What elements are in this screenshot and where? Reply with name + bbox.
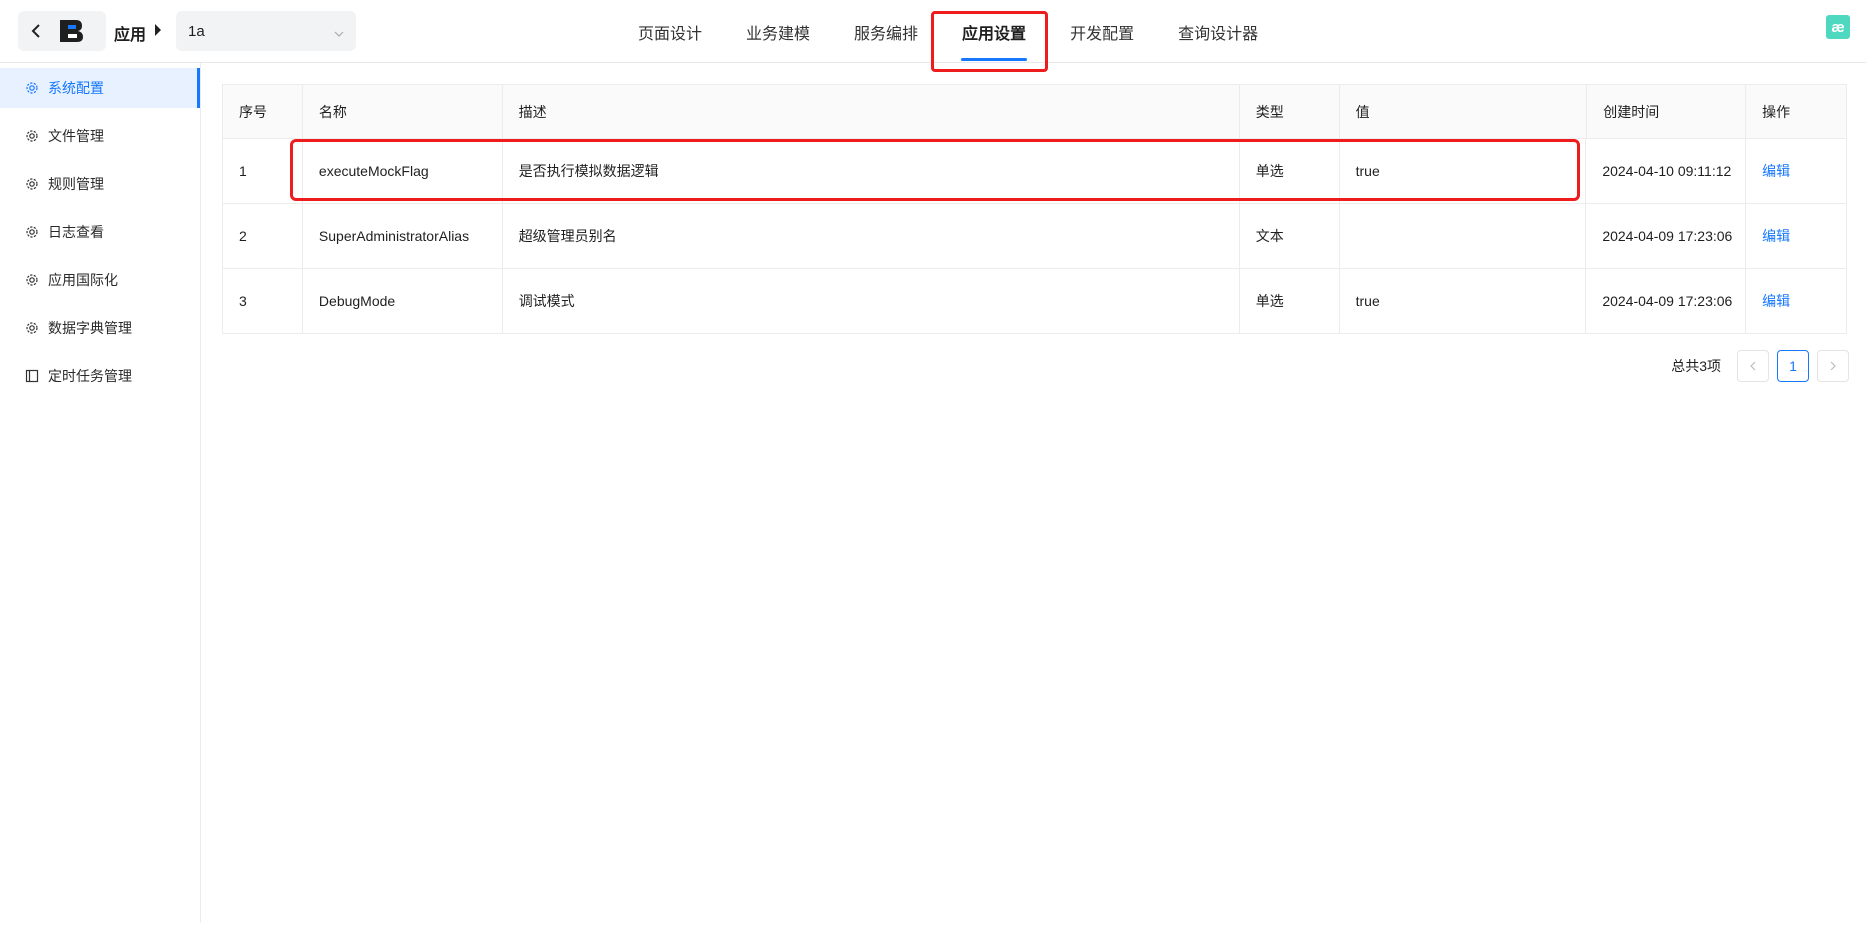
config-table: 序号 名称 描述 类型 值 创建时间 操作 1 executeMockFlag …: [222, 84, 1847, 334]
sidebar: 系统配置 文件管理 规则管理 日志查看 应用国际化 数据字典管理 定时任务管理: [0, 63, 201, 923]
edit-link[interactable]: 编辑: [1762, 291, 1790, 311]
pagination: 总共3项 1: [1671, 350, 1849, 382]
next-page-button[interactable]: [1817, 350, 1849, 382]
breadcrumb-caret-icon: [155, 24, 161, 36]
cell-action: 编辑: [1746, 204, 1846, 268]
sidebar-item-rule-management[interactable]: 规则管理: [0, 164, 200, 204]
cell-name: executeMockFlag: [303, 139, 503, 203]
col-header-description: 描述: [503, 85, 1240, 138]
sidebar-item-label: 日志查看: [48, 224, 104, 240]
cell-name: SuperAdministratorAlias: [303, 204, 503, 268]
col-header-type: 类型: [1240, 85, 1340, 138]
sidebar-item-log-view[interactable]: 日志查看: [0, 212, 200, 252]
sidebar-item-label: 应用国际化: [48, 272, 118, 288]
cell-value: [1340, 204, 1587, 268]
cell-value: true: [1340, 139, 1587, 203]
page-number-button[interactable]: 1: [1777, 350, 1809, 382]
cell-value: true: [1340, 269, 1587, 333]
gear-icon: [25, 81, 39, 95]
cell-type: 文本: [1240, 204, 1340, 268]
back-and-logo: [18, 11, 106, 51]
sidebar-item-label: 规则管理: [48, 176, 104, 192]
cell-type: 单选: [1240, 139, 1340, 203]
gear-icon: [25, 129, 39, 143]
app-select[interactable]: 1a: [176, 11, 356, 51]
gear-icon: [25, 225, 39, 239]
sidebar-item-label: 定时任务管理: [48, 368, 132, 384]
cell-created: 2024-04-09 17:23:06: [1586, 269, 1747, 333]
cell-description: 是否执行模拟数据逻辑: [503, 139, 1240, 203]
app-select-value: 1a: [188, 22, 205, 40]
edit-link[interactable]: 编辑: [1762, 226, 1790, 246]
tab-service-orchestration[interactable]: 服务编排: [843, 0, 929, 63]
col-header-created: 创建时间: [1586, 85, 1747, 138]
app-label: 应用: [114, 27, 147, 44]
tab-query-designer[interactable]: 查询设计器: [1167, 0, 1269, 63]
tab-business-modeling[interactable]: 业务建模: [735, 0, 821, 63]
tab-dev-config[interactable]: 开发配置: [1059, 0, 1145, 63]
table-row: 3 DebugMode 调试模式 单选 true 2024-04-09 17:2…: [223, 269, 1846, 334]
sidebar-item-system-config[interactable]: 系统配置: [0, 68, 200, 108]
chevron-down-icon: [334, 26, 344, 37]
cell-created: 2024-04-09 17:23:06: [1586, 204, 1747, 268]
sidebar-item-data-dictionary[interactable]: 数据字典管理: [0, 308, 200, 348]
cell-action: 编辑: [1746, 269, 1846, 333]
cell-index: 2: [223, 204, 303, 268]
col-header-value: 值: [1355, 103, 1370, 120]
cell-description: 调试模式: [503, 269, 1240, 333]
pagination-total: 总共3项: [1671, 358, 1721, 374]
cell-description: 超级管理员别名: [503, 204, 1240, 268]
cell-type: 单选: [1240, 269, 1340, 333]
main-nav-tabs: 页面设计 业务建模 服务编排 应用设置 开发配置 查询设计器: [616, 0, 1280, 63]
sidebar-item-label: 系统配置: [48, 80, 104, 96]
top-bar: 应用 1a 页面设计 业务建模 服务编排 应用设置 开发配置 查询设计器 æ: [0, 0, 1866, 72]
cell-created: 2024-04-10 09:11:12: [1586, 139, 1747, 203]
corner-logo-icon[interactable]: æ: [1826, 15, 1850, 39]
layout-icon: [25, 369, 39, 383]
edit-link[interactable]: 编辑: [1762, 161, 1790, 181]
gear-icon: [25, 177, 39, 191]
cell-index: 1: [223, 139, 303, 203]
cell-index: 3: [223, 269, 303, 333]
tab-page-design[interactable]: 页面设计: [627, 0, 713, 63]
tab-app-settings[interactable]: 应用设置: [951, 0, 1037, 63]
sidebar-item-file-management[interactable]: 文件管理: [0, 116, 200, 156]
cell-action: 编辑: [1746, 139, 1846, 203]
table-row: 2 SuperAdministratorAlias 超级管理员别名 文本 202…: [223, 204, 1846, 269]
cell-name: DebugMode: [303, 269, 503, 333]
back-arrow-icon[interactable]: [22, 11, 50, 51]
app-logo-icon[interactable]: [56, 16, 86, 46]
col-header-action: 操作: [1762, 103, 1791, 120]
col-header-index: 序号: [223, 85, 303, 138]
gear-icon: [25, 273, 39, 287]
sidebar-item-i18n[interactable]: 应用国际化: [0, 260, 200, 300]
sidebar-item-label: 文件管理: [48, 128, 104, 144]
table-row: 1 executeMockFlag 是否执行模拟数据逻辑 单选 true 202…: [223, 139, 1846, 204]
col-header-name: 名称: [303, 85, 503, 138]
prev-page-button[interactable]: [1737, 350, 1769, 382]
table-header-row: 序号 名称 描述 类型 值 创建时间 操作: [223, 85, 1846, 139]
sidebar-item-label: 数据字典管理: [48, 320, 132, 336]
sidebar-item-scheduled-tasks[interactable]: 定时任务管理: [0, 356, 200, 396]
gear-icon: [25, 321, 39, 335]
